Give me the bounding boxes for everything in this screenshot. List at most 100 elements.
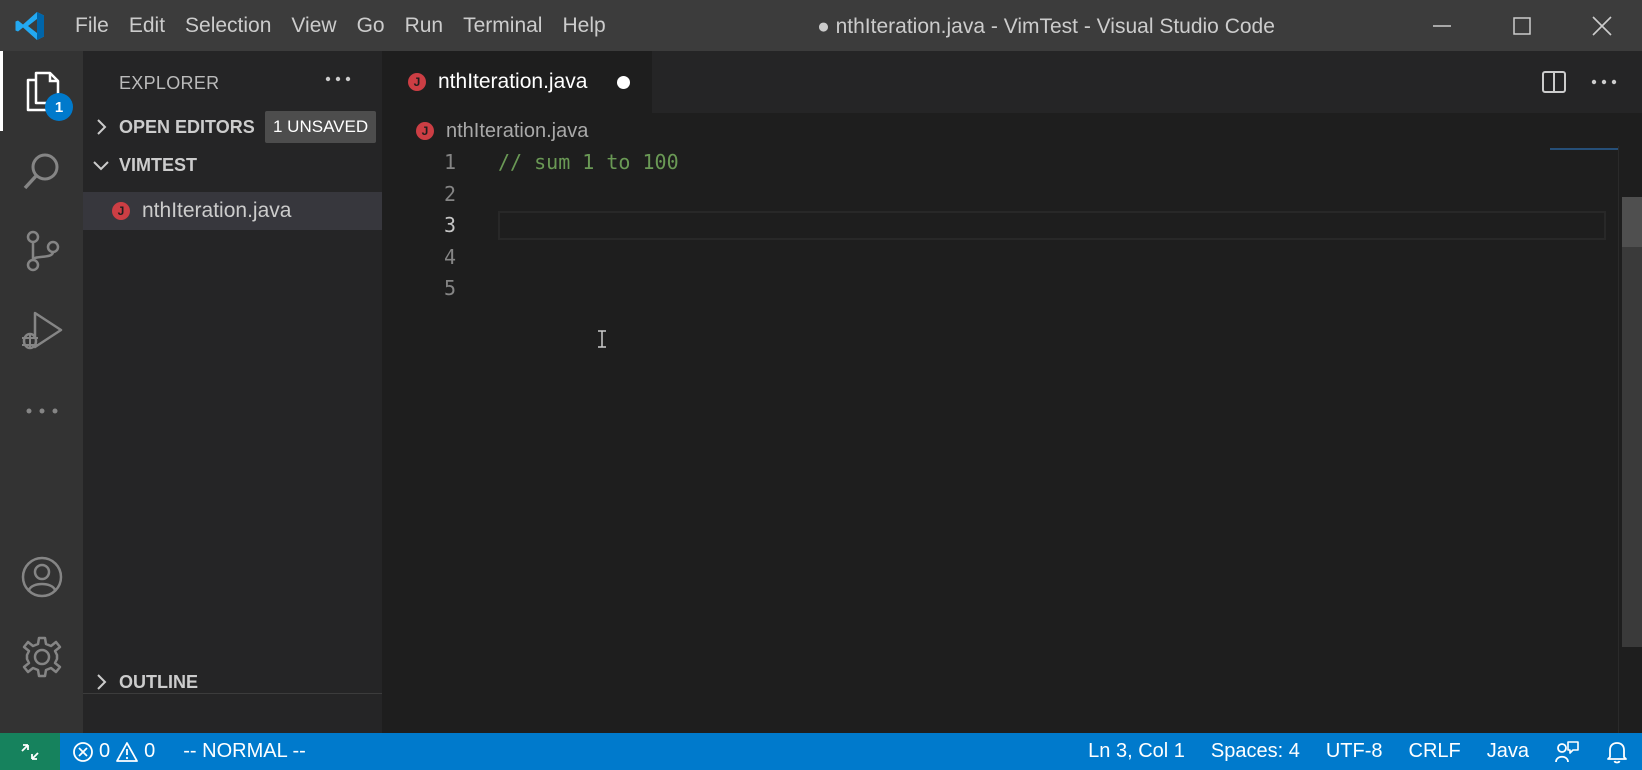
activity-search[interactable]: [0, 131, 83, 211]
encoding[interactable]: UTF-8: [1313, 733, 1396, 770]
folder-label: VIMTEST: [119, 154, 198, 175]
warning-icon: [116, 741, 139, 762]
language-mode[interactable]: Java: [1474, 733, 1542, 770]
window-title-text: ● nthIteration.java - VimTest - Visual S…: [817, 15, 1275, 38]
chevron-down-icon: [83, 158, 119, 172]
editor-group: J nthIteration.java J nthIteration.java …: [382, 51, 1642, 733]
unsaved-badge: 1 UNSAVED: [265, 111, 377, 143]
account-icon: [21, 556, 62, 598]
current-line-highlight: [498, 211, 1606, 240]
split-editor-button[interactable]: [1536, 64, 1572, 100]
status-left: 0 0 -- NORMAL --: [72, 733, 306, 770]
code-line: 4: [382, 241, 1610, 274]
error-icon: [73, 741, 93, 762]
activity-explorer[interactable]: 1: [0, 51, 83, 131]
minimize-icon: [1433, 24, 1451, 27]
menu-edit[interactable]: Edit: [119, 0, 175, 51]
window-controls: [1402, 0, 1642, 51]
editor-actions: [1536, 51, 1622, 113]
menu-view[interactable]: View: [281, 0, 346, 51]
chevron-right-icon: [83, 673, 119, 691]
remote-indicator[interactable]: [0, 733, 60, 770]
breadcrumb-file: nthIteration.java: [446, 119, 589, 142]
feedback-button[interactable]: [1542, 733, 1592, 770]
remote-icon: [21, 743, 39, 760]
search-icon: [23, 153, 58, 190]
line-number: 4: [443, 245, 456, 269]
tab-nthiteration[interactable]: J nthIteration.java: [382, 51, 652, 113]
scrollbar-track-fill: [1622, 247, 1642, 647]
menu-help[interactable]: Help: [552, 0, 615, 51]
breadcrumb[interactable]: J nthIteration.java: [416, 115, 588, 147]
tab-label: nthIteration.java: [438, 70, 588, 93]
vscode-logo-icon: [0, 0, 60, 51]
line-number: 1: [443, 150, 456, 174]
open-editors-label: OPEN EDITORS: [119, 116, 255, 137]
warning-count: 0: [144, 740, 156, 762]
code-editor[interactable]: 1 // sum 1 to 100 2 3 4 5: [382, 146, 1610, 733]
menu-selection[interactable]: Selection: [175, 0, 281, 51]
close-icon: [1592, 15, 1612, 36]
menu-go[interactable]: Go: [347, 0, 395, 51]
title-bar: File Edit Selection View Go Run Terminal…: [0, 0, 1642, 51]
end-of-line[interactable]: CRLF: [1396, 733, 1474, 770]
minimap[interactable]: [1550, 148, 1620, 150]
close-window-button[interactable]: [1562, 0, 1642, 51]
editor-more-button[interactable]: [1586, 64, 1622, 100]
menu-file[interactable]: File: [60, 0, 119, 51]
java-file-icon: J: [112, 202, 130, 220]
source-control-icon: [26, 230, 59, 272]
scrollbar-thumb[interactable]: [1622, 197, 1642, 247]
code-line: 5: [382, 272, 1610, 305]
more-actions-icon: [1591, 79, 1617, 85]
activity-manage[interactable]: [0, 617, 83, 697]
code-line: 1 // sum 1 to 100: [382, 146, 1610, 179]
sidebar-header: EXPLORER: [83, 51, 382, 116]
notifications-button[interactable]: [1592, 733, 1642, 770]
feedback-icon: [1555, 740, 1579, 762]
maximize-button[interactable]: [1482, 0, 1562, 51]
activity-run-debug[interactable]: [0, 291, 83, 371]
explorer-sidebar: EXPLORER OPEN EDITORS 1 UNSAVED VIMTEST …: [83, 51, 382, 733]
unsaved-dot-icon[interactable]: [617, 76, 630, 89]
activity-bar: 1: [0, 51, 83, 733]
line-number: 5: [443, 276, 456, 300]
file-name: nthIteration.java: [142, 199, 292, 222]
bell-icon: [1607, 741, 1627, 763]
java-file-icon: J: [416, 122, 434, 140]
menu-terminal[interactable]: Terminal: [453, 0, 552, 51]
text-cursor-icon: [597, 330, 607, 353]
menu-bar: File Edit Selection View Go Run Terminal…: [60, 0, 616, 51]
code-line: 2: [382, 178, 1610, 211]
problems-indicator[interactable]: 0 0: [72, 740, 155, 763]
indentation[interactable]: Spaces: 4: [1198, 733, 1313, 770]
sidebar-more-actions[interactable]: [323, 69, 353, 94]
file-item-nthiteration[interactable]: J nthIteration.java: [83, 192, 382, 230]
error-count: 0: [99, 740, 111, 762]
settings-gear-icon: [22, 636, 61, 678]
run-debug-icon: [21, 311, 62, 350]
line-number: 2: [443, 182, 456, 206]
code-text: // sum 1 to 100: [498, 150, 679, 174]
code-line-current: 3: [382, 209, 1610, 242]
line-number: 3: [443, 213, 456, 237]
status-bar: 0 0 -- NORMAL -- Ln 3, Col 1 Spaces: 4 U…: [0, 733, 1642, 770]
cursor-position[interactable]: Ln 3, Col 1: [1075, 733, 1198, 770]
menu-run[interactable]: Run: [395, 0, 454, 51]
activity-source-control[interactable]: [0, 211, 83, 291]
tabs-bar: J nthIteration.java: [382, 51, 1642, 113]
more-icon: [26, 408, 57, 414]
activity-more[interactable]: [0, 371, 83, 451]
vim-mode: -- NORMAL --: [183, 740, 306, 762]
maximize-icon: [1513, 16, 1531, 35]
activity-accounts[interactable]: [0, 537, 83, 617]
folder-section-vimtest[interactable]: VIMTEST: [83, 146, 382, 184]
explorer-badge: 1: [45, 93, 73, 121]
minimize-button[interactable]: [1402, 0, 1482, 51]
outline-label: OUTLINE: [119, 671, 198, 692]
outline-section[interactable]: OUTLINE: [83, 663, 382, 701]
split-editor-icon: [1542, 71, 1566, 93]
open-editors-section[interactable]: OPEN EDITORS 1 UNSAVED: [83, 108, 382, 146]
more-actions-icon: [325, 76, 351, 82]
java-file-icon: J: [408, 73, 426, 91]
